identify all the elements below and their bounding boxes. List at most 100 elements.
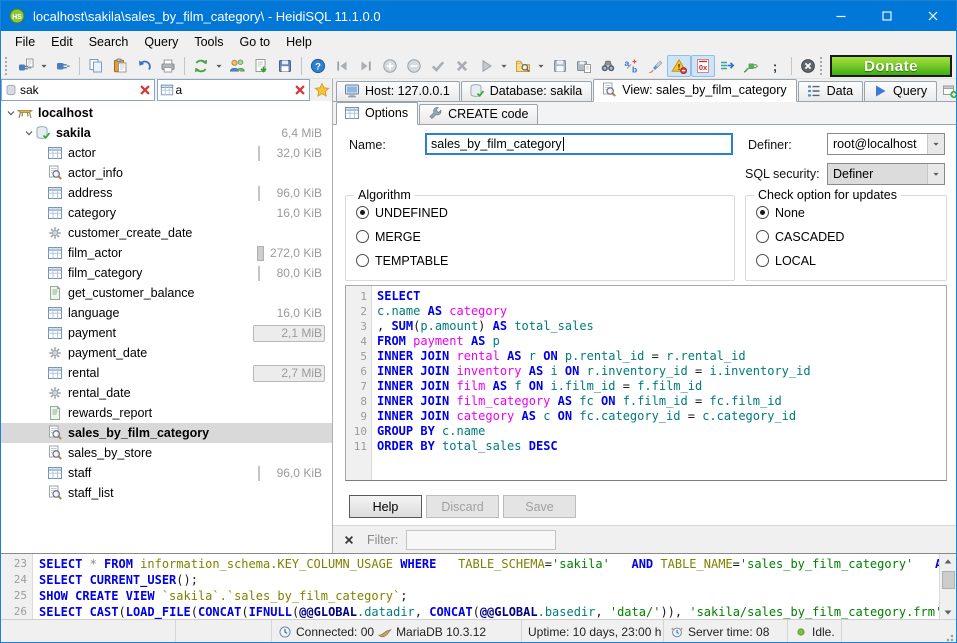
- delimiter-button[interactable]: ;: [763, 55, 787, 77]
- tree-item-sales_by_film_category[interactable]: sales_by_film_category: [1, 423, 332, 443]
- radio-check-option-none[interactable]: None: [756, 205, 946, 220]
- menu-go-to[interactable]: Go to: [232, 33, 279, 51]
- scrollbar-thumb[interactable]: [942, 571, 955, 589]
- radio-algorithm-merge[interactable]: MERGE: [356, 229, 734, 244]
- help-button[interactable]: ?: [306, 55, 330, 77]
- refresh-button[interactable]: [189, 55, 213, 77]
- tab-query[interactable]: Query: [864, 81, 937, 101]
- table-filter-input[interactable]: a: [157, 79, 311, 101]
- view-name-input[interactable]: sales_by_film_category: [425, 133, 733, 155]
- dropdown-arrow-button[interactable]: [213, 55, 226, 77]
- radio-algorithm-undefined[interactable]: UNDEFINED: [356, 205, 734, 220]
- print-button[interactable]: [156, 55, 180, 77]
- sql-security-dropdown-arrow[interactable]: [927, 164, 944, 184]
- menu-edit[interactable]: Edit: [43, 33, 81, 51]
- menu-query[interactable]: Query: [136, 33, 186, 51]
- subtab-options[interactable]: Options: [336, 102, 418, 125]
- tree-item-payment_date[interactable]: payment_date: [1, 343, 332, 363]
- nav-first-button[interactable]: [330, 55, 354, 77]
- cancel-button[interactable]: [450, 55, 474, 77]
- radio-button[interactable]: [756, 254, 769, 267]
- close-filter-icon[interactable]: [343, 534, 355, 546]
- chevron-down-icon[interactable]: [23, 127, 35, 139]
- tree-item-film_actor[interactable]: film_actor272,0 KiB: [1, 243, 332, 263]
- clear-database-filter-icon[interactable]: [138, 83, 152, 97]
- nav-last-button[interactable]: [354, 55, 378, 77]
- definer-dropdown-arrow[interactable]: [927, 134, 944, 154]
- tree-item-actor_info[interactable]: actor_info: [1, 163, 332, 183]
- menu-search[interactable]: Search: [81, 33, 137, 51]
- save-snippet-button[interactable]: [273, 55, 297, 77]
- radio-button[interactable]: [756, 230, 769, 243]
- tab-data[interactable]: Data: [798, 81, 863, 101]
- scroll-up-button[interactable]: [940, 554, 957, 569]
- menu-file[interactable]: File: [7, 33, 43, 51]
- tree-item-customer_create_date[interactable]: customer_create_date: [1, 223, 332, 243]
- reconnect-button[interactable]: [739, 55, 763, 77]
- tab-host-127-0-0-1[interactable]: Host: 127.0.0.1: [336, 81, 460, 101]
- scroll-down-button[interactable]: [940, 604, 957, 619]
- tree-item-rewards_report[interactable]: rewards_report: [1, 403, 332, 423]
- help-button[interactable]: Help: [349, 495, 422, 518]
- undo-button[interactable]: [132, 55, 156, 77]
- export-database-button[interactable]: [249, 55, 273, 77]
- radio-button[interactable]: [356, 230, 369, 243]
- tree-item-rental[interactable]: rental2,7 MiB: [1, 363, 332, 383]
- log-scrollbar[interactable]: [939, 554, 956, 619]
- save-as-button[interactable]: [572, 55, 596, 77]
- tab-database-sakila[interactable]: Database: sakila: [461, 81, 592, 101]
- tree-item-rental_date[interactable]: rental_date: [1, 383, 332, 403]
- tree-item-film_category[interactable]: film_category80,0 KiB: [1, 263, 332, 283]
- radio-check-option-local[interactable]: LOCAL: [756, 253, 946, 268]
- tree-item-sales_by_store[interactable]: sales_by_store: [1, 443, 332, 463]
- dropdown-arrow-button[interactable]: [38, 55, 51, 77]
- donate-button[interactable]: Donate: [830, 55, 952, 77]
- close-button[interactable]: [910, 1, 956, 31]
- apply-button[interactable]: [426, 55, 450, 77]
- radio-check-option-cascaded[interactable]: CASCADED: [756, 229, 946, 244]
- tree-item-staff_list[interactable]: staff_list: [1, 483, 332, 503]
- tree-item-staff[interactable]: staff96,0 KiB: [1, 463, 332, 483]
- subtab-create-code[interactable]: CREATE code: [419, 104, 538, 124]
- tree-item-localhost[interactable]: localhost: [1, 103, 332, 123]
- resize-grip[interactable]: [944, 632, 954, 642]
- sql-log-panel[interactable]: 23242526 SELECT * FROM information_schem…: [1, 553, 956, 619]
- tree-item-address[interactable]: address96,0 KiB: [1, 183, 332, 203]
- cancel-query-button[interactable]: [796, 55, 820, 77]
- radio-button[interactable]: [756, 206, 769, 219]
- remove-button[interactable]: [402, 55, 426, 77]
- chevron-down-icon[interactable]: [5, 107, 17, 119]
- new-query-tab-button[interactable]: [942, 83, 957, 99]
- tree-item-get_customer_balance[interactable]: get_customer_balance: [1, 283, 332, 303]
- replace-button[interactable]: ab: [619, 55, 643, 77]
- radio-button[interactable]: [356, 254, 369, 267]
- maximize-button[interactable]: [864, 1, 910, 31]
- dropdown-arrow-button[interactable]: [535, 55, 548, 77]
- save-button[interactable]: [548, 55, 572, 77]
- user-manager-button[interactable]: [225, 55, 249, 77]
- radio-button[interactable]: [356, 206, 369, 219]
- view-select-statement-editor[interactable]: 1234567891011 SELECTc.name AS category, …: [345, 285, 947, 481]
- insert-batch-button[interactable]: [715, 55, 739, 77]
- disconnect-button[interactable]: [51, 55, 75, 77]
- definer-select[interactable]: root@localhost: [827, 133, 945, 155]
- favorites-button[interactable]: [312, 79, 332, 101]
- find-files-button[interactable]: [511, 55, 535, 77]
- paste-button[interactable]: [108, 55, 132, 77]
- reformat-button[interactable]: [643, 55, 667, 77]
- filter-input[interactable]: [406, 530, 556, 550]
- tree-item-language[interactable]: language16,0 KiB: [1, 303, 332, 323]
- copy-button[interactable]: [84, 55, 108, 77]
- session-manager-button[interactable]: [14, 55, 38, 77]
- tree-item-payment[interactable]: payment2,1 MiB: [1, 323, 332, 343]
- menu-help[interactable]: Help: [278, 33, 320, 51]
- clear-table-filter-icon[interactable]: [293, 83, 307, 97]
- tab-view-sales-by-film-category[interactable]: View: sales_by_film_category: [593, 79, 796, 102]
- stop-on-errors-button[interactable]: [667, 55, 691, 77]
- blob-hex-button[interactable]: 0x: [691, 55, 715, 77]
- database-filter-input[interactable]: sak: [1, 79, 155, 101]
- minimize-button[interactable]: [818, 1, 864, 31]
- menu-tools[interactable]: Tools: [186, 33, 231, 51]
- find-button[interactable]: [596, 55, 620, 77]
- radio-algorithm-temptable[interactable]: TEMPTABLE: [356, 253, 734, 268]
